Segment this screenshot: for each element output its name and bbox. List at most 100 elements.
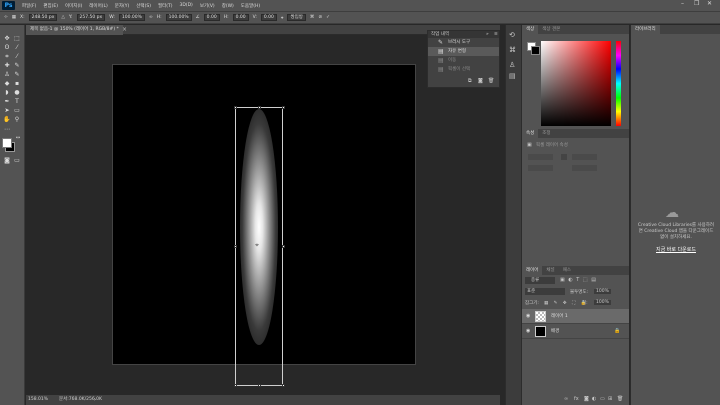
menu-edit[interactable]: 편집(E) xyxy=(43,3,58,9)
tab-properties[interactable]: 속성 xyxy=(522,129,539,138)
menu-help[interactable]: 도움말(H) xyxy=(241,3,260,9)
new-document-from-state-icon[interactable]: ⧉ xyxy=(468,76,472,87)
mask-icon[interactable]: ◙ xyxy=(584,394,589,404)
menu-filter[interactable]: 필터(T) xyxy=(158,3,173,9)
swap-colors-icon[interactable]: ↔ xyxy=(14,135,22,142)
download-now-link[interactable]: 지금 바로 다운로드 xyxy=(637,246,715,253)
delta-icon[interactable]: △ xyxy=(61,15,64,20)
transform-handle-left[interactable] xyxy=(234,245,237,248)
reference-point-icon[interactable]: ▦ xyxy=(12,15,16,20)
bg-color-chip[interactable] xyxy=(531,46,540,55)
hue-slider[interactable] xyxy=(616,41,621,126)
menu-window[interactable]: 창(W) xyxy=(222,3,234,9)
link-icon[interactable]: ∞ xyxy=(149,15,153,20)
warp-icon[interactable]: ⌘ xyxy=(310,15,315,20)
menu-type[interactable]: 문자(Y) xyxy=(115,3,130,9)
lasso-tool-icon[interactable]: ʘ xyxy=(3,44,11,51)
minimize-button[interactable]: – xyxy=(681,0,684,7)
h-skew-field[interactable]: 0.00 xyxy=(232,14,249,21)
transform-handle-top-left[interactable] xyxy=(234,106,237,109)
angle-field[interactable]: 0.00 xyxy=(203,14,220,21)
visibility-eye-icon[interactable]: ◉ xyxy=(526,324,530,339)
path-select-tool-icon[interactable]: ➤ xyxy=(3,107,11,114)
tab-paths[interactable]: 패스 xyxy=(559,266,575,275)
document-canvas[interactable]: ⌖ xyxy=(112,64,416,387)
layer-kind-filter[interactable]: 종류 xyxy=(525,277,555,284)
transform-handle-bottom[interactable] xyxy=(258,384,261,387)
transform-handle-top[interactable] xyxy=(258,106,261,109)
type-tool-icon[interactable]: T xyxy=(13,98,21,105)
layer-row[interactable]: ◉ 레이어 1 xyxy=(522,309,629,324)
history-tab[interactable]: 작업 내역 xyxy=(431,32,449,37)
quick-mask-icon[interactable]: ◙ xyxy=(3,157,11,164)
zoom-level[interactable]: 158.01% xyxy=(28,395,48,405)
eyedropper-tool-icon[interactable]: ⁄ xyxy=(13,53,21,60)
brush-settings-icon[interactable]: ♙ xyxy=(509,61,515,69)
fill-field[interactable]: 100% xyxy=(594,300,611,305)
transform-handle-right[interactable] xyxy=(282,245,285,248)
tab-swatches[interactable]: 색상 견본 xyxy=(538,25,564,34)
history-item[interactable]: ✎ 브러시 도구 xyxy=(428,38,499,47)
tab-color[interactable]: 색상 xyxy=(522,25,539,34)
canvas-area[interactable]: ⌖ xyxy=(26,35,500,395)
restore-button[interactable]: ❐ xyxy=(694,0,699,7)
history-brush-tool-icon[interactable]: ✎ xyxy=(13,71,21,78)
menu-3d[interactable]: 3D(D) xyxy=(180,3,193,8)
visibility-eye-icon[interactable]: ◉ xyxy=(526,309,530,324)
transform-center-icon[interactable]: ⌖ xyxy=(255,241,259,250)
link-layers-icon[interactable]: ∞ xyxy=(564,394,568,404)
interpolation-select[interactable]: 쌍입방 xyxy=(287,14,306,21)
commit-transform-icon[interactable]: ✓ xyxy=(326,15,330,20)
adjustment-icon[interactable]: ◐ xyxy=(592,394,596,404)
screen-mode-icon[interactable]: ▭ xyxy=(13,157,21,164)
menu-image[interactable]: 이미지(I) xyxy=(65,3,82,9)
cancel-transform-icon[interactable]: ⊘ xyxy=(318,15,322,20)
transform-bounding-box[interactable] xyxy=(235,107,283,386)
quick-select-tool-icon[interactable]: ⁄ xyxy=(13,44,21,51)
transform-handle-top-right[interactable] xyxy=(282,106,285,109)
layer-name[interactable]: 레이어 1 xyxy=(551,309,568,324)
menu-view[interactable]: 보기(V) xyxy=(200,3,215,9)
y-field[interactable]: 257.50 px xyxy=(76,14,106,21)
document-tab[interactable]: 제목 없음-1 @ 150% (레이어 1, RGB/8#) * xyxy=(26,25,123,35)
width-field[interactable]: 100.00% xyxy=(118,14,145,21)
tab-adjustments[interactable]: 조정 xyxy=(538,129,554,138)
trash-icon[interactable]: 🗑 xyxy=(617,394,623,404)
transform-handle-bottom-right[interactable] xyxy=(282,384,285,387)
layer-filter-icons[interactable]: ▣ ◐ T ⬚ ▤ xyxy=(560,277,597,283)
collapse-icon[interactable]: » xyxy=(486,31,489,38)
group-icon[interactable]: ▭ xyxy=(600,394,605,404)
layer-name[interactable]: 배경 xyxy=(551,324,559,339)
tab-channels[interactable]: 채널 xyxy=(542,266,558,275)
more-tools-icon[interactable]: ⋯ xyxy=(3,126,11,133)
menu-layer[interactable]: 레이어(L) xyxy=(89,3,107,9)
shape-tool-icon[interactable]: ▭ xyxy=(13,107,21,114)
close-document-icon[interactable]: × xyxy=(122,26,127,33)
layer-row[interactable]: ◉ 배경 🔒 xyxy=(522,324,629,339)
pen-tool-icon[interactable]: ✒ xyxy=(3,98,11,105)
healing-brush-tool-icon[interactable]: ✚ xyxy=(3,62,11,69)
status-arrow-icon[interactable]: › xyxy=(94,395,96,405)
x-field[interactable]: 248.50 px xyxy=(28,14,58,21)
marquee-tool-icon[interactable]: ⬚ xyxy=(13,35,21,42)
gradient-tool-icon[interactable]: ▪ xyxy=(13,80,21,87)
clone-stamp-tool-icon[interactable]: ♙ xyxy=(3,71,11,78)
height-field[interactable]: 100.00% xyxy=(165,14,192,21)
eraser-tool-icon[interactable]: ◆ xyxy=(3,80,11,87)
menu-file[interactable]: 파일(F) xyxy=(22,3,36,9)
menu-select[interactable]: 선택(S) xyxy=(136,3,151,9)
blur-tool-icon[interactable]: ◗ xyxy=(3,89,11,96)
history-item[interactable]: ▤ 픽셀이 선택 xyxy=(428,65,499,74)
tab-libraries[interactable]: 라이브러리 xyxy=(631,25,660,34)
dodge-tool-icon[interactable]: ● xyxy=(13,89,21,96)
color-picker-field[interactable] xyxy=(541,41,611,126)
transform-handle-bottom-left[interactable] xyxy=(234,384,237,387)
clone-source-icon[interactable]: ⌘ xyxy=(509,46,516,54)
zoom-tool-icon[interactable]: ⚲ xyxy=(13,116,21,123)
snapshot-icon[interactable]: ◙ xyxy=(478,76,483,87)
tab-layers[interactable]: 레이어 xyxy=(522,266,543,275)
foreground-color-swatch[interactable] xyxy=(2,138,12,148)
crop-tool-icon[interactable]: ⌗ xyxy=(3,53,11,60)
v-skew-field[interactable]: 0.00 xyxy=(260,14,277,21)
close-button[interactable]: ✕ xyxy=(707,0,712,7)
